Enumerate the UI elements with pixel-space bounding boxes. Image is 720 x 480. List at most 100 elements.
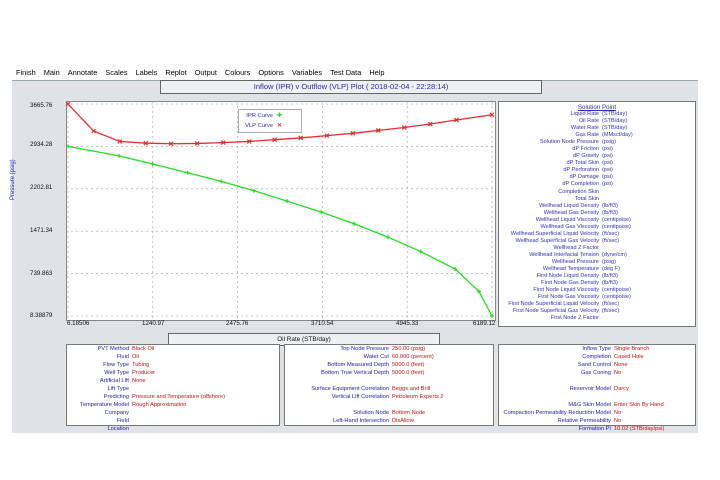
info-value: Enter Skin By Hand — [614, 402, 664, 408]
solution-point-row: Wellhead Liquid Viscosity (centipoise) — [499, 217, 695, 224]
info-key: Temperature Model — [80, 402, 129, 408]
info-value: None — [614, 362, 628, 368]
solution-point-row: dP Completion (psi) — [499, 181, 695, 188]
ipr-data-point — [352, 221, 357, 226]
solution-point-rows: Liquid Rate (STB/day) Oil Rate (STB/day) Wat… — [499, 111, 695, 322]
info-value: None — [132, 378, 146, 384]
menu-main[interactable]: Main — [40, 66, 64, 80]
info-key: Fluid — [116, 354, 129, 360]
solution-point-row: First Node Superficial Gas Velocity (ft/s… — [499, 308, 695, 315]
solution-point-row: Wellhead Interfacial Tension (dyne/cm) — [499, 252, 695, 259]
info-value: Producer — [132, 370, 156, 376]
info-key: Water Cut — [363, 354, 389, 360]
info-row: Temperature Model Rough Approximation — [67, 401, 279, 409]
ipr-data-point — [219, 179, 224, 184]
solution-point-label: dP Total Skin — [566, 160, 599, 167]
info-row: Completion Cased Hole — [499, 353, 695, 361]
info-value: 5000.0 (feet) — [392, 370, 425, 376]
ipr-vlp-chart — [66, 101, 494, 319]
solution-point-row: Liquid Rate (STB/day) — [499, 111, 695, 118]
solution-point-unit: (psi) — [602, 160, 613, 167]
solution-point-unit: (deg F) — [602, 266, 621, 273]
solution-point-label: Wellhead Pressure — [551, 258, 599, 265]
menu-replot[interactable]: Replot — [161, 66, 190, 80]
info-value: Tubing — [132, 362, 150, 368]
info-row: Artificial Lift None — [67, 377, 279, 385]
info-key: Inflow Type — [582, 346, 611, 352]
menu-options[interactable]: Options — [254, 66, 287, 80]
x-tick-label: 4945.33 — [396, 320, 419, 327]
y-axis-label: Pressure (psig) — [10, 159, 16, 200]
info-row: Left-Hand Intersection DisAllow — [285, 417, 493, 425]
menu-finish[interactable]: Finish — [12, 66, 40, 80]
solution-point-label: First Node Liquid Density — [536, 273, 600, 280]
solution-point-label: Wellhead Gas Viscosity — [540, 223, 599, 230]
menu-annotate[interactable]: Annotate — [64, 66, 102, 80]
solution-point-title: Solution Point — [577, 104, 617, 111]
info-key: Lift Type — [107, 386, 129, 392]
info-row: Surface Equipment Correlation Beggs and B… — [285, 385, 493, 393]
menu-output[interactable]: Output — [191, 66, 221, 80]
info-row: Relative Permeability No — [499, 417, 695, 425]
solution-point-label: Wellhead Liquid Density — [539, 202, 599, 209]
solution-point-row: Completion Skin — [499, 189, 695, 196]
solution-point-unit: (lb/ft3) — [602, 209, 618, 216]
solution-point-row: Wellhead Superficial Liquid Velocity (ft/… — [499, 231, 695, 238]
info-key: Flow Type — [103, 362, 129, 368]
legend-vlp-marker-icon: ✕ — [277, 123, 282, 129]
solution-point-label: Wellhead Gas Density — [543, 209, 599, 216]
solution-point-row: Water Rate (STB/day) — [499, 125, 695, 132]
info-key: Reservoir Model — [569, 386, 611, 392]
ipr-data-point — [66, 144, 71, 149]
solution-point-label: Total Skin — [574, 195, 599, 202]
solution-point-row: Total Skin — [499, 196, 695, 203]
info-key: Gas Coning — [580, 370, 611, 376]
info-row: Predicting Pressure and Temperature (offs… — [67, 393, 279, 401]
solution-point-unit: (lb/ft3) — [602, 273, 618, 280]
x-tick-label: 1240.97 — [142, 320, 165, 327]
solution-point-unit: (psi) — [602, 174, 613, 181]
solution-point-row: First Node Z Factor — [499, 315, 695, 322]
solution-point-label: Liquid Rate — [570, 111, 599, 117]
solution-point-unit: (lb/ft3) — [602, 202, 618, 209]
solution-point-row: dP Perforation (psi) — [499, 167, 695, 174]
menu-labels[interactable]: Labels — [132, 66, 162, 80]
solution-point-label: First Node Z Factor — [550, 315, 599, 322]
solution-point-label: First Node Gas Viscosity — [537, 294, 599, 301]
menu-colours[interactable]: Colours — [221, 66, 254, 80]
info-key: Well Type — [104, 370, 129, 376]
info-row: Well Type Producer — [67, 369, 279, 377]
solution-point-row: Wellhead Superficial Gas Velocity (ft/sec… — [499, 238, 695, 245]
menu-test-data[interactable]: Test Data — [326, 66, 365, 80]
info-row: Location — [67, 425, 279, 433]
solution-point-label: First Node Superficial Gas Velocity — [512, 308, 599, 315]
info-row — [285, 377, 493, 385]
info-row: M&G Skin Model Enter Skin By Hand — [499, 401, 695, 409]
solution-point-row: First Node Gas Density (lb/ft3) — [499, 280, 695, 287]
solution-point-row: First Node Liquid Viscosity (centipoise) — [499, 287, 695, 294]
info-row: Field — [67, 417, 279, 425]
info-key: Bottom True Vertical Depth — [321, 370, 389, 376]
ipr-data-point — [385, 235, 390, 240]
info-key: Company — [104, 410, 129, 416]
menu-scales[interactable]: Scales — [101, 66, 131, 80]
menu-help[interactable]: Help — [365, 66, 388, 80]
solution-point-unit: (psi) — [602, 153, 613, 160]
y-tick-label: 739.863 — [30, 270, 53, 277]
plot-title: Inflow (IPR) v Outflow (VLP) Plot ( 2018… — [160, 80, 542, 94]
info-value: Beggs and Brill — [392, 386, 431, 392]
solution-point-unit: (psig) — [602, 258, 616, 265]
solution-point-row: First Node Superficial Liquid Velocity (f… — [499, 301, 695, 308]
solution-point-label: Oil Rate — [578, 118, 599, 125]
info-key: Solution Node — [353, 410, 389, 416]
ipr-data-point — [117, 153, 122, 158]
menu-bar: Finish Main Annotate Scales Labels Replo… — [12, 66, 389, 80]
solution-point-row: dP Damage (psi) — [499, 174, 695, 181]
solution-point-row: dP Friction (psi) — [499, 146, 695, 153]
solution-point-unit: (centipoise) — [602, 223, 631, 230]
info-row: Solution Node Bottom Node — [285, 409, 493, 417]
solution-point-row: Wellhead Temperature (deg F) — [499, 266, 695, 273]
menu-variables[interactable]: Variables — [288, 66, 326, 80]
solution-point-unit: (ft/sec) — [602, 308, 620, 315]
inflow-info-panel: Inflow Type Single Branch Completion Cased … — [498, 344, 696, 432]
